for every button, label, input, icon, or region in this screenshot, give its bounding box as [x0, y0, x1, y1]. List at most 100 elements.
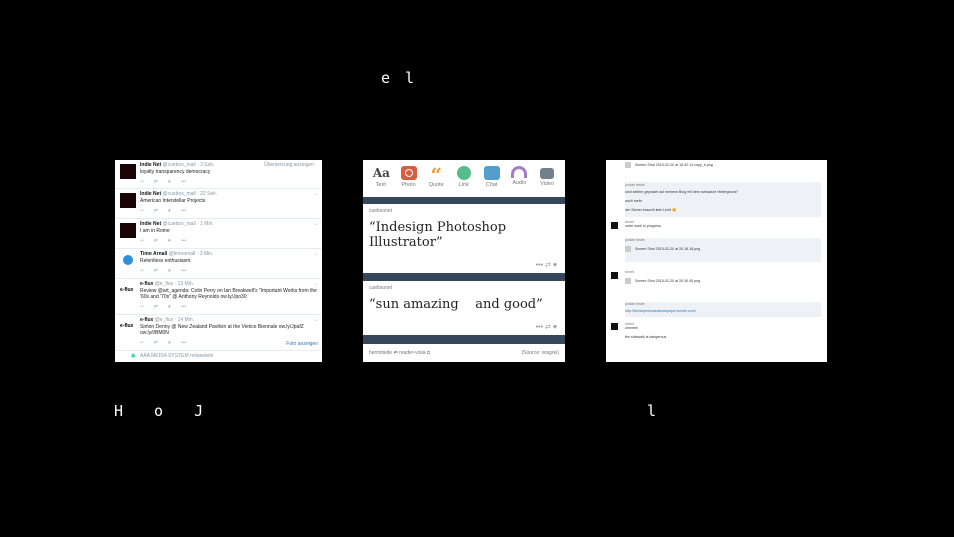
tweet-author[interactable]: e-flux [140, 281, 153, 287]
post-type-label: Link [458, 182, 469, 188]
overlay-bottom-right-text: l [647, 402, 660, 420]
overlay-top-text: e l [381, 69, 418, 87]
post-type-label: Text [375, 182, 386, 188]
tweet-menu-icon[interactable]: ⌄ [314, 191, 318, 197]
message-link[interactable]: http://thedoperlosnewbookpaper.tumblr.co… [625, 309, 821, 313]
post-actions[interactable]: ••• ⇄ ♥ [536, 323, 557, 331]
reblog-footer: hermitside ⇄ reader-viola ◘ (Source: rea… [363, 344, 565, 362]
show-photo-link[interactable]: Foto anzeigen [286, 341, 318, 347]
file-name[interactable]: Screen Shot 2015-02-20 at 20.16.18.png [635, 247, 700, 251]
avatar[interactable]: e-flux [120, 323, 133, 329]
tweet-actions[interactable]: ↩ ⇄ ★ ••• [140, 238, 319, 244]
post-actions[interactable]: ••• ⇄ ♥ [536, 261, 557, 269]
post-type-label: Quote [428, 182, 444, 188]
overlay-bottom-left-text: H o J [114, 402, 207, 420]
link-icon [456, 166, 471, 180]
file-name[interactable]: Screen Shot 2015-02-20 at 20.30.45.png [635, 279, 700, 283]
message-text: order work in progress [625, 224, 661, 228]
tweet-menu-icon[interactable]: ⌄ [314, 221, 318, 227]
translate-link[interactable]: Übersetzung anzeigen [264, 162, 314, 168]
message-text: uhmeee [625, 326, 638, 330]
tweet-actions[interactable]: ↩ ⇄ ★ ••• [140, 304, 319, 310]
tweet-text: Simon Denny @ New Zealand Pavilion at th… [140, 324, 304, 336]
tweet-handle: @cuebox_mail · 1 Min. [162, 221, 214, 227]
tweet-text: American Interstellar Projects [140, 198, 206, 204]
source-link[interactable]: (Source: reagrei) [521, 350, 559, 356]
post-author[interactable]: cuebsonet [363, 281, 565, 291]
chat-message: tomet uhmeee the sidewalk is dangerous [625, 322, 821, 348]
tweet-author[interactable]: Indie Net [140, 221, 161, 227]
message-text: noch mehr [625, 199, 642, 203]
audio-icon [511, 166, 528, 178]
sender-name: tomet [625, 270, 634, 274]
post-type-link[interactable]: Link [451, 160, 477, 197]
file-icon [625, 278, 631, 284]
tweet-author[interactable]: e-flux [140, 317, 153, 323]
avatar[interactable]: e-flux [120, 287, 133, 293]
tweet-text: loyalty transparency democracy [140, 169, 211, 175]
tweet-menu-icon[interactable]: ⌄ [314, 251, 318, 257]
quote-icon: “ [430, 163, 442, 187]
post-type-text[interactable]: Aa Text [368, 160, 394, 197]
sender-name: jordan fesler [625, 238, 645, 242]
tweet-actions[interactable]: ↩ ⇄ ★ ••• [140, 268, 319, 274]
tweet-author[interactable]: Indie Net [140, 162, 161, 168]
sender-name: jordan fesler [625, 183, 645, 187]
tweet[interactable]: ⌄ Indie Net @cuebox_mail · 1 Min. I am i… [115, 219, 322, 249]
sender-name: jordan fesler [625, 302, 645, 306]
chat-message: jordan fesler http://thedoperlosnewbookp… [625, 302, 821, 317]
reblog-trail[interactable]: hermitside ⇄ reader-viola ◘ [369, 350, 430, 356]
quote-text: “Indesign Photoshop Illustrator” [369, 220, 507, 250]
tweet[interactable]: ⌄ Indie Net @cuebox_mail · 22 Sek. Ameri… [115, 189, 322, 219]
tweet-actions[interactable]: ↩ ⇄ ★ ••• [140, 208, 319, 214]
message-text: der Server braucht kein Licht 😊 [625, 208, 677, 212]
twitter-timeline-panel: Übersetzung anzeigen Indie Net @cuebox_m… [115, 160, 322, 362]
chat-message: jordan fesler Screen Shot 2015-02-20 at … [625, 238, 821, 262]
tweet[interactable]: ▣ AAA MEDIA SYSTEM retweetete [115, 351, 322, 362]
video-icon [540, 168, 555, 179]
post-type-label: Photo [401, 182, 416, 188]
tweet-text: Relentless enthusiasm. [140, 258, 192, 264]
post-type-bar: Aa Text Photo “ Quote Link Chat Audio Vi… [363, 160, 565, 197]
tweet-menu-icon[interactable]: ⌄ [314, 281, 318, 287]
chat-log-panel: Screen Shot 2015-02-20 at 15.42.14 copy_… [606, 160, 827, 362]
tweet[interactable]: e-flux ⌄ e-flux @e_flux · 14 Min. Simon … [115, 315, 322, 351]
chat-message: jordan fesler sind seither gepostet auf … [625, 182, 821, 217]
tweet-handle: @e_flux · 13 Min. [154, 281, 194, 287]
chat-message: tomet order work in progress [625, 220, 821, 232]
post-type-audio[interactable]: Audio [506, 160, 532, 197]
tweet-handle: @cuebox_mail · 22 Sek. [162, 191, 218, 197]
tweet[interactable]: ⌄ Timo Arnall @timoarnall · 3 Min. Relen… [115, 249, 322, 279]
file-icon [625, 162, 631, 168]
tweet-menu-icon[interactable]: ⌄ [314, 317, 318, 323]
tweet-author[interactable]: Indie Net [140, 191, 161, 197]
tweet-handle: @timoarnall · 3 Min. [168, 251, 214, 257]
avatar [611, 272, 618, 279]
chat-message: Screen Shot 2015-02-20 at 15.42.14 copy_… [625, 162, 821, 172]
photo-icon [400, 166, 417, 180]
post-type-quote[interactable]: “ Quote [423, 160, 449, 197]
chat-icon [483, 166, 500, 180]
tweet-text: I am in Rome [140, 228, 170, 234]
quote-post[interactable]: cuebsonet “sun amazing and good” ••• ⇄ ♥ [363, 281, 565, 335]
post-type-photo[interactable]: Photo [396, 160, 422, 197]
post-type-label: Chat [485, 182, 498, 188]
tweet[interactable]: e-flux ⌄ e-flux @e_flux · 13 Min. Review… [115, 279, 322, 315]
post-type-video[interactable]: Video [534, 160, 560, 197]
post-type-chat[interactable]: Chat [479, 160, 505, 197]
retweet-notice: AAA MEDIA SYSTEM retweetete [140, 353, 214, 359]
file-name[interactable]: Screen Shot 2015-02-20 at 15.42.14 copy_… [635, 163, 713, 167]
avatar [611, 323, 618, 330]
tweet[interactable]: Übersetzung anzeigen Indie Net @cuebox_m… [115, 160, 322, 189]
avatar[interactable] [120, 223, 136, 238]
post-author[interactable]: cuebsonet [363, 204, 565, 214]
tweet-actions[interactable]: ↩ ⇄ ★ ••• [140, 179, 319, 185]
tweet-author[interactable]: Timo Arnall [140, 251, 167, 257]
tweet-text: Review @art_agenda: Colin Perry on Ian B… [140, 288, 317, 300]
avatar[interactable] [123, 255, 133, 265]
avatar [611, 222, 618, 229]
quote-post[interactable]: cuebsonet “Indesign Photoshop Illustrato… [363, 204, 565, 273]
avatar[interactable] [120, 193, 136, 208]
file-icon [625, 246, 631, 252]
avatar[interactable] [120, 164, 136, 179]
